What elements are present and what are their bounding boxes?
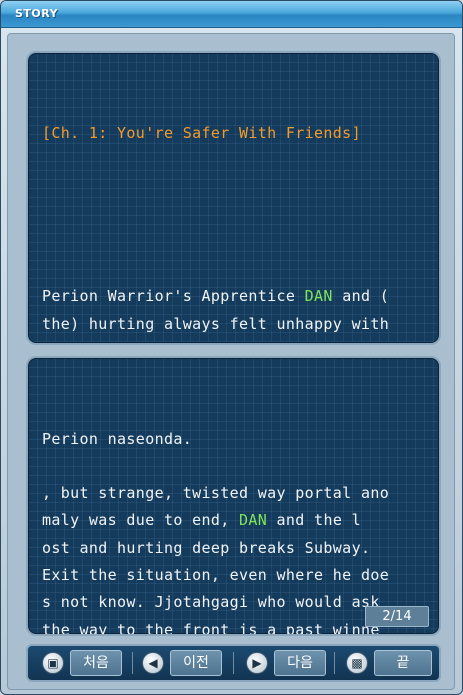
page-counter: 2/14 <box>365 606 429 627</box>
first-page-icon: ▣ <box>42 652 64 674</box>
story-line: the) hurting always felt unhappy with <box>42 311 429 338</box>
story-text-segment: life unchanging. <box>42 342 192 343</box>
story-text-segment: Perion naseonda. <box>42 429 193 448</box>
toolbar-divider <box>233 652 234 674</box>
prev-page-button[interactable]: ◀ 이전 <box>142 649 222 677</box>
story-text-segment: and ( <box>332 287 390 306</box>
story-line: ost and hurting deep breaks Subway. <box>42 535 429 562</box>
story-text-segment: and the l <box>267 511 361 530</box>
next-page-label: 다음 <box>274 650 326 676</box>
first-page-button[interactable]: ▣ 처음 <box>42 649 122 677</box>
toolbar-divider <box>334 652 335 674</box>
story-text-segment: ost and hurting deep breaks Subway. <box>42 538 371 557</box>
arrow-right-icon: ▶ <box>246 652 268 674</box>
story-line <box>42 453 429 480</box>
title-bar[interactable]: STORY <box>1 1 462 28</box>
arrow-left-icon: ◀ <box>142 652 164 674</box>
story-text-segment: the way to the front is a past winne <box>42 620 380 636</box>
prev-page-label: 이전 <box>170 650 222 676</box>
story-text-segment: Exit the situation, even where he doe <box>42 566 390 585</box>
story-line: Exit the situation, even where he doe <box>42 562 429 589</box>
story-text-segment: the) hurting always felt unhappy with <box>42 314 390 333</box>
story-text-segment: Perion Warrior's Apprentice <box>42 287 305 306</box>
story-panel-bottom: Perion naseonda. , but strange, twisted … <box>26 356 441 636</box>
chapter-title: [Ch. 1: You're Safer With Friends] <box>42 123 361 142</box>
next-page-button[interactable]: ▶ 다음 <box>246 649 326 677</box>
character-name: DAN <box>239 511 268 530</box>
end-button[interactable]: ▩ 끝 <box>346 649 432 677</box>
story-line: , but strange, twisted way portal ano <box>42 480 429 507</box>
toolbar-divider <box>132 652 133 674</box>
story-line: Perion naseonda. <box>42 426 429 453</box>
story-panel-top: [Ch. 1: You're Safer With Friends] Perio… <box>26 51 441 345</box>
end-icon: ▩ <box>346 652 368 674</box>
story-line: maly was due to end, DAN and the l <box>42 507 429 534</box>
navigation-toolbar: ▣ 처음 ◀ 이전 ▶ 다음 ▩ 끝 <box>26 644 441 682</box>
story-text-segment: , but strange, twisted way portal ano <box>42 484 390 503</box>
story-text-bottom: Perion naseonda. , but strange, twisted … <box>42 426 429 636</box>
first-page-label: 처음 <box>70 650 122 676</box>
story-text-segment: maly was due to end, <box>42 511 239 530</box>
end-label: 끝 <box>374 650 432 676</box>
character-name: DAN <box>304 287 333 306</box>
story-window: STORY [Ch. 1: You're Safer With Friends]… <box>0 0 463 695</box>
window-title: STORY <box>15 7 59 20</box>
story-text-segment: s not know. Jjotahgagi who would ask <box>42 593 380 612</box>
story-line: life unchanging. <box>42 338 429 343</box>
story-line: Perion Warrior's Apprentice DAN and ( <box>42 283 429 310</box>
story-text-top: Perion Warrior's Apprentice DAN and ( the… <box>42 283 429 343</box>
